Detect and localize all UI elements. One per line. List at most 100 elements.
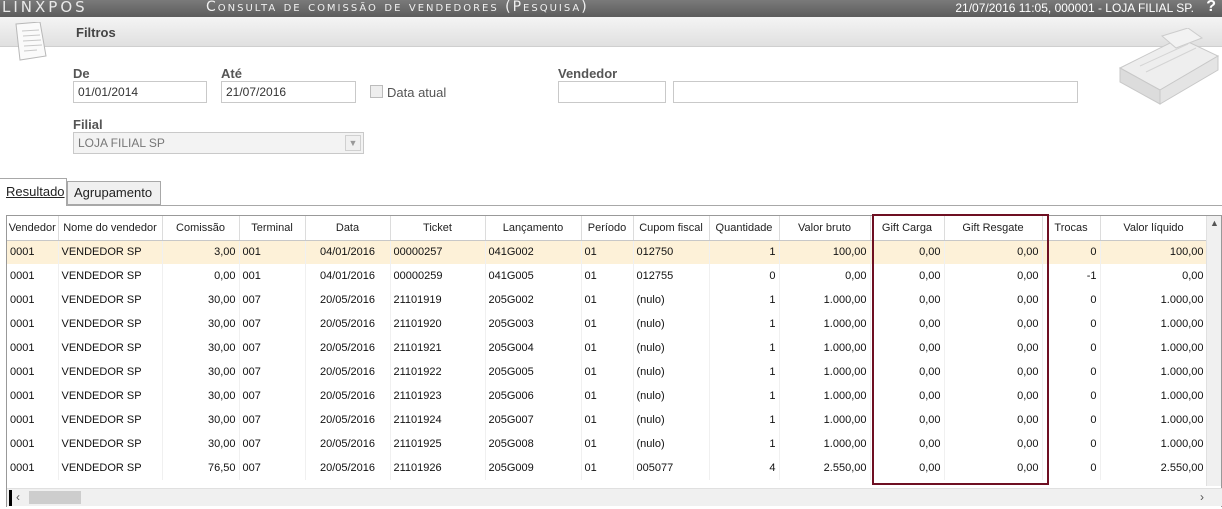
table-cell: 76,50 bbox=[162, 456, 240, 480]
table-row[interactable]: 0001 VENDEDOR SP 3,00 001 04/01/2016 00000257… bbox=[7, 240, 1208, 264]
table-cell: 0001 bbox=[7, 288, 59, 312]
table-cell: 041G002 bbox=[485, 240, 582, 264]
tab-agrupamento[interactable]: Agrupamento bbox=[67, 181, 161, 205]
table-cell: 001 bbox=[239, 264, 306, 288]
table-cell: 205G004 bbox=[485, 336, 582, 360]
table-cell: 0,00 bbox=[944, 408, 1043, 432]
table-cell: 1.000,00 bbox=[1100, 408, 1208, 432]
table-cell: 3,00 bbox=[162, 240, 240, 264]
table-row[interactable]: 0001 VENDEDOR SP 76,50 007 20/05/2016 2110192… bbox=[7, 456, 1208, 480]
table-cell: 1.000,00 bbox=[1100, 384, 1208, 408]
vertical-scrollbar[interactable]: ▲ bbox=[1206, 216, 1221, 486]
chevron-down-icon[interactable]: ▼ bbox=[345, 135, 361, 151]
tab-resultado[interactable]: Resultado bbox=[0, 178, 67, 206]
table-cell: 007 bbox=[239, 408, 306, 432]
table-cell: 0 bbox=[1042, 432, 1101, 456]
column-header[interactable]: Lançamento bbox=[485, 216, 582, 241]
table-cell: 0,00 bbox=[944, 336, 1043, 360]
table-cell: VENDEDOR SP bbox=[58, 288, 163, 312]
table-cell: 0001 bbox=[7, 264, 59, 288]
column-header[interactable]: Data bbox=[305, 216, 391, 241]
table-cell: 20/05/2016 bbox=[305, 432, 391, 456]
table-cell: 04/01/2016 bbox=[305, 240, 391, 264]
scroll-up-icon[interactable]: ▲ bbox=[1210, 218, 1219, 228]
table-cell: 0001 bbox=[7, 360, 59, 384]
table-cell: 00000259 bbox=[390, 264, 486, 288]
table-row[interactable]: 0001 VENDEDOR SP 0,00 001 04/01/2016 00000259… bbox=[7, 264, 1208, 288]
table-cell: VENDEDOR SP bbox=[58, 432, 163, 456]
table-row[interactable]: 0001 VENDEDOR SP 30,00 007 20/05/2016 2110192… bbox=[7, 408, 1208, 432]
table-cell: 21101924 bbox=[390, 408, 486, 432]
table-cell: 0 bbox=[1042, 384, 1101, 408]
table-cell: 205G008 bbox=[485, 432, 582, 456]
table-row[interactable]: 0001 VENDEDOR SP 30,00 007 20/05/2016 2110192… bbox=[7, 432, 1208, 456]
data-atual-checkbox[interactable] bbox=[370, 85, 383, 98]
table-cell: 0,00 bbox=[944, 432, 1043, 456]
table-cell: 01 bbox=[581, 336, 634, 360]
column-header[interactable]: Terminal bbox=[239, 216, 306, 241]
filial-select[interactable]: LOJA FILIAL SP ▼ bbox=[73, 132, 364, 154]
table-cell: 0,00 bbox=[870, 288, 945, 312]
table-cell: 100,00 bbox=[1100, 240, 1208, 264]
table-cell: 1.000,00 bbox=[1100, 288, 1208, 312]
column-header[interactable]: Cupom fiscal bbox=[633, 216, 710, 241]
column-header[interactable]: Nome do vendedor bbox=[58, 216, 163, 241]
table-cell: 2.550,00 bbox=[1100, 456, 1208, 480]
table-cell: 007 bbox=[239, 288, 306, 312]
table-cell: 21101920 bbox=[390, 312, 486, 336]
column-header[interactable]: Gift Carga bbox=[870, 216, 945, 241]
table-cell: 1.000,00 bbox=[1100, 336, 1208, 360]
scroll-right-icon[interactable]: › bbox=[1200, 490, 1204, 504]
help-icon[interactable]: ? bbox=[1206, 0, 1216, 16]
table-cell: 0,00 bbox=[944, 240, 1043, 264]
ate-date-field[interactable]: 21/07/2016 bbox=[221, 81, 356, 103]
column-header[interactable]: Trocas bbox=[1042, 216, 1101, 241]
table-cell: VENDEDOR SP bbox=[58, 312, 163, 336]
horizontal-scrollbar[interactable]: ‹ › bbox=[7, 488, 1222, 506]
scroll-thumb[interactable] bbox=[29, 491, 81, 504]
table-cell: 041G005 bbox=[485, 264, 582, 288]
table-row[interactable]: 0001 VENDEDOR SP 30,00 007 20/05/2016 2110192… bbox=[7, 312, 1208, 336]
results-grid[interactable]: Vendedor Nome do vendedor Comissão Terminal… bbox=[6, 215, 1222, 507]
column-header[interactable]: Valor líquido bbox=[1100, 216, 1208, 241]
table-cell: VENDEDOR SP bbox=[58, 240, 163, 264]
table-cell: 0001 bbox=[7, 240, 59, 264]
table-cell: 007 bbox=[239, 360, 306, 384]
table-cell: 0,00 bbox=[944, 456, 1043, 480]
cash-register-icon bbox=[1118, 28, 1220, 105]
column-header[interactable]: Vendedor bbox=[7, 216, 59, 241]
table-cell: 0,00 bbox=[779, 264, 871, 288]
table-cell: 20/05/2016 bbox=[305, 336, 391, 360]
table-cell: 0,00 bbox=[944, 264, 1043, 288]
table-row[interactable]: 0001 VENDEDOR SP 30,00 007 20/05/2016 2110192… bbox=[7, 336, 1208, 360]
vendedor-label: Vendedor bbox=[558, 66, 618, 81]
column-header[interactable]: Valor bruto bbox=[779, 216, 871, 241]
table-row[interactable]: 0001 VENDEDOR SP 30,00 007 20/05/2016 2110192… bbox=[7, 384, 1208, 408]
table-cell: 30,00 bbox=[162, 288, 240, 312]
scroll-left-icon[interactable]: ‹ bbox=[16, 490, 20, 504]
table-cell: 0 bbox=[709, 264, 780, 288]
column-header[interactable]: Período bbox=[581, 216, 634, 241]
vendedor-name-field[interactable] bbox=[673, 81, 1078, 103]
data-atual-label: Data atual bbox=[387, 85, 447, 100]
column-header[interactable]: Gift Resgate bbox=[944, 216, 1043, 241]
column-header[interactable]: Comissão bbox=[162, 216, 240, 241]
table-cell: 100,00 bbox=[779, 240, 871, 264]
table-cell: 0 bbox=[1042, 408, 1101, 432]
table-row[interactable]: 0001 VENDEDOR SP 30,00 007 20/05/2016 2110192… bbox=[7, 360, 1208, 384]
table-row[interactable]: 0001 VENDEDOR SP 30,00 007 20/05/2016 2110191… bbox=[7, 288, 1208, 312]
table-cell: 007 bbox=[239, 456, 306, 480]
column-header[interactable]: Quantidade bbox=[709, 216, 780, 241]
column-header[interactable]: Ticket bbox=[390, 216, 486, 241]
vendedor-code-field[interactable] bbox=[558, 81, 666, 103]
table-cell: 1 bbox=[709, 312, 780, 336]
table-cell: (nulo) bbox=[633, 288, 710, 312]
table-cell: 0,00 bbox=[870, 408, 945, 432]
table-cell: 007 bbox=[239, 336, 306, 360]
table-cell: 1 bbox=[709, 408, 780, 432]
table-cell: (nulo) bbox=[633, 336, 710, 360]
de-date-field[interactable]: 01/01/2014 bbox=[73, 81, 207, 103]
table-cell: 1.000,00 bbox=[779, 312, 871, 336]
table-cell: 0,00 bbox=[870, 336, 945, 360]
table-cell: 30,00 bbox=[162, 336, 240, 360]
